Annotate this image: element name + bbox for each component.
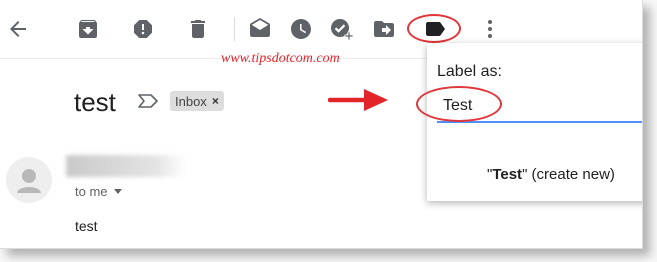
delete-icon — [191, 20, 205, 38]
archive-icon — [79, 20, 97, 38]
back-button[interactable] — [5, 16, 31, 42]
label-button-highlight — [407, 14, 461, 43]
label-as-popup: Label as: "Test" (create new) — [427, 43, 642, 201]
inbox-label-chip[interactable]: Inbox × — [170, 91, 224, 111]
snooze-icon — [291, 19, 311, 39]
remove-label-icon[interactable]: × — [212, 94, 219, 108]
delete-button[interactable] — [185, 16, 211, 42]
label-input-highlight — [416, 86, 502, 122]
move-to-icon — [374, 21, 394, 37]
snooze-button[interactable] — [288, 16, 314, 42]
recipient-text: to me — [75, 184, 108, 199]
watermark: www.tipsdotcom.com — [221, 51, 340, 66]
report-spam-button[interactable] — [130, 16, 156, 42]
gmail-email-view: www.tipsdotcom.com test Inbox × to me te… — [0, 0, 643, 249]
archive-button[interactable] — [75, 16, 101, 42]
move-to-button[interactable] — [371, 16, 397, 42]
sender-avatar — [6, 157, 52, 203]
create-suffix: " (create new) — [522, 166, 615, 183]
back-icon — [10, 21, 26, 37]
mark-unread-button[interactable] — [247, 16, 273, 42]
email-subject: test — [74, 87, 116, 117]
email-body: test — [75, 218, 98, 234]
sender-name-redacted — [66, 155, 186, 177]
recipient-details[interactable]: to me — [75, 184, 122, 199]
mark-unread-icon — [250, 18, 270, 37]
toolbar-separator — [234, 17, 235, 41]
add-to-tasks-icon — [331, 19, 353, 41]
more-vert-icon — [488, 20, 492, 38]
label-as-title: Label as: — [437, 63, 502, 80]
create-new-label-option[interactable]: "Test" (create new) — [487, 166, 615, 183]
inbox-label-text: Inbox — [175, 93, 207, 109]
importance-marker-icon[interactable] — [137, 93, 159, 109]
more-options-button[interactable] — [477, 16, 503, 42]
report-spam-icon — [134, 20, 152, 38]
red-arrow-annotation — [328, 89, 388, 111]
add-to-tasks-button[interactable] — [328, 16, 354, 42]
chevron-down-icon — [113, 189, 122, 194]
create-label-name: Test — [492, 166, 523, 183]
